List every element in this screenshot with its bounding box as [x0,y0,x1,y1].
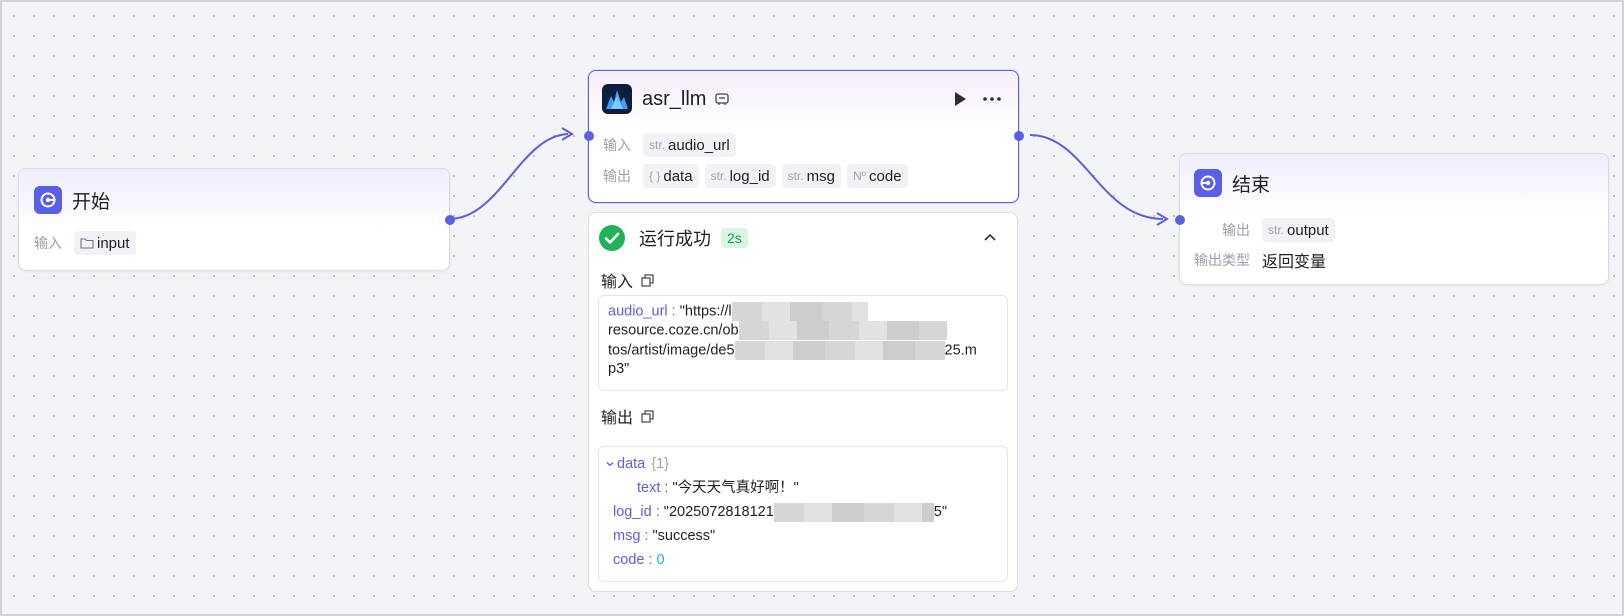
chevron-down-icon [606,462,614,467]
llm-output-chip-data: { } data [643,164,699,188]
start-input-label: 输入 [34,235,62,251]
end-node-title: 结束 [1232,174,1271,196]
llm-output-chip-log-id: str. log_id [704,164,776,188]
copy-input-button[interactable] [641,273,654,287]
copy-icon [641,273,654,287]
chip-name: audio_url [668,136,730,154]
llm-output-chip-msg: str. msg [781,164,841,188]
success-check-icon [599,225,625,251]
play-icon [955,92,966,106]
llm-output-port[interactable] [1014,131,1024,141]
output-section-title: 输出 [601,410,634,427]
json-value: resource.coze.cn/ob [608,322,739,339]
json-key-data: data [617,456,646,472]
start-icon [34,186,62,214]
chip-type: Nº [852,169,867,183]
end-output-chip: str. output [1262,218,1335,242]
chip-type: str. [649,138,666,152]
chevron-up-icon [984,233,996,241]
redacted-block [773,502,934,522]
copy-icon [641,409,654,423]
start-input-chip-label: input [97,234,130,252]
end-output-label: 输出 [1222,222,1250,238]
json-row-msg: msg : "success" [605,524,1001,548]
end-icon [1194,169,1222,197]
llm-input-chip: str. audio_url [643,133,736,157]
asr-llm-icon [602,84,632,114]
run-status-text: 运行成功 [639,229,711,249]
run-node-button[interactable] [951,89,969,109]
input-json-box: audio_url : "https://l resource.coze.cn/… [598,295,1008,391]
input-section-title: 输入 [601,274,634,291]
chip-name: log_id [729,167,770,185]
json-value-msg: "success" [652,528,716,544]
json-key-audio-url: audio_url : [608,303,676,320]
chip-type: str. [1268,223,1285,237]
start-input-chip: input [74,231,136,255]
json-key-log-id: log_id : [613,504,660,520]
json-value: tos/artist/image/de5 [608,341,735,358]
json-value: p3" [608,360,630,377]
chip-type: str. [710,169,727,183]
plugin-badge-icon [715,93,730,105]
edge-llm-to-end [1029,134,1164,220]
json-key-msg: msg : [613,528,649,544]
llm-input-label: 输入 [603,137,631,153]
asr-llm-node[interactable]: asr_llm 输入 str. audio_url 输出 { } data str.… [584,70,1024,203]
edge-start-to-llm [448,133,569,220]
json-key-code: code : [613,552,653,568]
run-result-panel: 运行成功 2s 输入 audio_url : "https://l resour… [588,212,1018,592]
chip-type: { } [649,169,661,183]
json-value: "https://l [679,303,732,320]
chip-type: str. [787,169,804,183]
end-output-type-value: 返回变量 [1262,254,1327,271]
redacted-block [734,340,945,360]
json-count: {1} [651,456,669,472]
start-output-port[interactable] [445,215,455,225]
json-row-data[interactable]: data {1} [605,452,1001,476]
json-key-text: text : [637,480,669,496]
chip-name: code [869,167,902,185]
end-node[interactable]: 结束 输出 str. output 输出类型 返回变量 [1175,153,1609,285]
json-value-text: "今天天气真好啊！" [672,480,799,496]
llm-output-chip-code: Nº code [846,164,908,188]
more-icon [983,97,1001,101]
more-options-button[interactable] [981,89,1003,109]
folder-icon [80,238,94,249]
llm-output-label: 输出 [603,168,631,184]
collapse-panel-button[interactable] [981,229,999,247]
output-json-box: data {1} text : "今天天气真好啊！" log_id : "202… [598,446,1008,582]
run-duration-badge: 2s [721,228,748,248]
input-line-1: audio_url : "https://l [608,302,998,321]
json-row-text: text : "今天天气真好啊！" [605,476,1001,500]
json-value-log-id: "2025072818121 [663,504,774,520]
llm-input-port[interactable] [584,131,594,141]
redacted-block [731,302,868,321]
start-node-title: 开始 [72,191,111,213]
redacted-block [738,321,947,341]
chip-name: data [663,167,693,185]
copy-output-button[interactable] [641,409,654,423]
chip-name: msg [806,167,835,185]
chip-name: output [1287,221,1329,239]
asr-llm-title: asr_llm [642,87,707,110]
end-input-port[interactable] [1175,215,1185,225]
json-value-log-id-end: 5" [933,504,947,520]
input-line-2: resource.coze.cn/ob [608,321,998,341]
json-value: 25.m [944,341,977,358]
input-line-3: tos/artist/image/de5 25.m [608,340,998,360]
json-row-log-id: log_id : "2025072818121 5" [605,500,1001,524]
input-line-4: p3" [608,360,998,379]
end-output-type-label: 输出类型 [1194,252,1250,268]
json-row-code: code : 0 [605,548,1001,572]
start-node[interactable]: 开始 输入 input [18,168,455,271]
json-value-code: 0 [656,552,665,568]
